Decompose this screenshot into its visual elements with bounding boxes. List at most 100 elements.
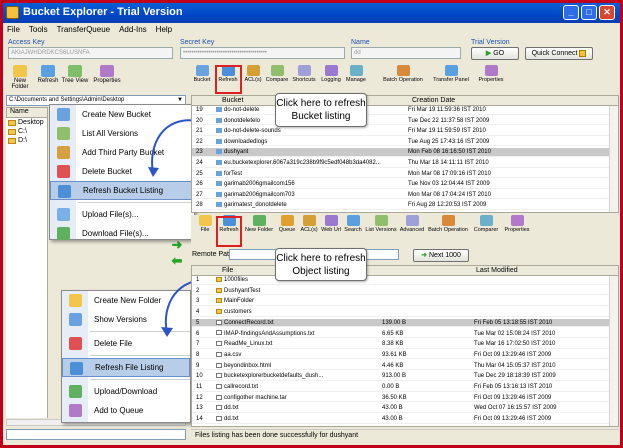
menu-download-files[interactable]: Download File(s)... xyxy=(50,224,194,243)
object-row[interactable]: 12 configother machine.tar 36.50 KB Fri Oct… xyxy=(192,394,609,403)
bucket-menu-button[interactable]: Bucket xyxy=(193,65,211,83)
menu-add-to-queue[interactable]: Add to Queue xyxy=(62,401,190,420)
local-properties-button[interactable]: Properties xyxy=(92,65,122,84)
bucket-row[interactable]: 19 do-not-delete Fri Mar 19 11:59:36 IST 2… xyxy=(192,106,609,115)
column-creation-date[interactable]: Creation Date xyxy=(412,97,455,104)
secret-key-field[interactable]: •••••••••••••••••••••••••••••••••••••••• xyxy=(180,47,345,59)
bucket-row[interactable]: 21 do-not-delete-sounds Fri Mar 19 11:59:5… xyxy=(192,127,609,136)
local-tree: Desktop C:\ D:\ xyxy=(6,118,48,418)
menu-transferqueue[interactable]: TransferQueue xyxy=(57,23,111,37)
local-refresh-button[interactable]: Refresh xyxy=(37,65,59,84)
lightning-icon xyxy=(579,49,587,57)
bucket-row[interactable]: 28 garimatest_donotdelete Fri Aug 28 12:20… xyxy=(192,201,609,210)
access-key-field[interactable]: AKIAJWHDRDKCS6LUSNFA xyxy=(8,47,173,59)
file-menu-button[interactable]: File xyxy=(197,215,213,233)
maximize-button[interactable]: □ xyxy=(581,5,597,20)
menu-add-ins[interactable]: Add-Ins xyxy=(119,23,147,37)
download-icon xyxy=(57,227,70,240)
tree-item-c-drive[interactable]: C:\ xyxy=(6,127,47,136)
row-number: 12 xyxy=(196,394,203,401)
object-name: ConnectRecord.txt xyxy=(216,319,376,328)
bucket-creation-date: Mon Mar 08 17:04:24 IST 2010 xyxy=(408,191,491,198)
object-row[interactable]: 13 dd.txt 43.00 B Wed Oct 07 16:15:57 IST 2… xyxy=(192,404,609,413)
row-number: 21 xyxy=(196,128,203,135)
tree-item-desktop[interactable]: Desktop xyxy=(6,118,47,127)
bucket-row[interactable]: 23 dushyant Mon Feb 08 16:16:50 IST 2010 xyxy=(192,148,609,157)
bucket-compare-button[interactable]: Compare xyxy=(265,65,289,83)
object-name: configother machine.tar xyxy=(216,394,376,403)
delete-icon xyxy=(57,165,70,178)
web-url-button[interactable]: Web Url xyxy=(321,215,341,233)
close-button[interactable]: ✕ xyxy=(599,5,615,20)
transfer-panel-button[interactable]: Transfer Panel xyxy=(431,65,471,83)
object-row[interactable]: 14 dd.txt 43.00 B Fri Oct 09 13:29:46 IST 2… xyxy=(192,415,609,424)
bucket-manage-button[interactable]: Manage xyxy=(345,65,367,83)
bucket-shortcuts-button[interactable]: Shortcuts xyxy=(291,65,317,83)
object-properties-button[interactable]: Properties xyxy=(503,215,531,233)
menu-refresh-file-listing[interactable]: Refresh File Listing xyxy=(62,358,190,377)
local-new-folder-button[interactable]: New Folder xyxy=(6,65,34,90)
menu-upload-files[interactable]: Upload File(s)... xyxy=(50,205,194,224)
object-name: ReadMe_Linux.txt xyxy=(216,340,376,349)
object-new-folder-button[interactable]: New Folder xyxy=(243,215,275,233)
row-number: 7 xyxy=(196,341,200,348)
compare-icon xyxy=(270,65,284,76)
object-acl-button[interactable]: ACL(s) xyxy=(299,215,319,233)
object-row[interactable]: 3 MainFolder xyxy=(192,297,609,306)
bucket-batch-operation-button[interactable]: Batch Operation xyxy=(381,65,425,83)
row-number: 23 xyxy=(196,149,203,156)
bucket-row[interactable]: 26 garimab2006gmailcom156 Tue Nov 03 12:04… xyxy=(192,180,609,189)
advanced-button[interactable]: Advanced xyxy=(399,215,425,233)
bucket-row[interactable]: 27 garimab2006gmailcom703 Mon Mar 08 17:04… xyxy=(192,191,609,200)
download-arrow-icon[interactable]: ⬅ xyxy=(170,254,184,267)
row-number: 10 xyxy=(196,373,203,380)
object-vertical-scrollbar[interactable] xyxy=(609,276,618,426)
column-last-modified[interactable]: Last Modified xyxy=(476,267,518,274)
menu-help[interactable]: Help xyxy=(156,23,172,37)
tree-name-header[interactable]: Name xyxy=(6,107,48,118)
row-number: 4 xyxy=(196,309,200,316)
bucket-logging-button[interactable]: Logging xyxy=(319,65,343,83)
local-status-field xyxy=(6,429,186,440)
bucket-vertical-scrollbar[interactable] xyxy=(609,106,618,212)
comparer-button[interactable]: Comparer xyxy=(471,215,501,233)
folder-icon xyxy=(8,119,16,126)
object-row[interactable]: 8 aa.csv 93.61 KB Fri Oct 09 13:29:46 IST 2… xyxy=(192,351,609,360)
queue-button[interactable]: Queue xyxy=(277,215,297,233)
bucket-properties-button[interactable]: Properties xyxy=(475,65,507,83)
object-row[interactable]: 9 beyondinbox.html 4.46 KB Thu Mar 04 15:05… xyxy=(192,362,609,371)
queue-icon xyxy=(280,215,294,226)
search-button[interactable]: Search xyxy=(343,215,363,233)
quick-connect-button[interactable]: Quick Connect xyxy=(525,47,593,60)
tree-icon xyxy=(68,65,82,77)
drive-icon xyxy=(8,128,16,135)
bucket-row[interactable]: 24 eu.bucketexplorer.6067a319c238b9f9c5ed… xyxy=(192,159,609,168)
object-row[interactable]: 10 bucketexplorerbucketdefaults_dush... 91… xyxy=(192,372,609,381)
object-row[interactable]: 2 DushyantTest xyxy=(192,287,609,296)
object-row[interactable]: 6 IMAP-findingsAndAssumptions.txt 6.65 KB T… xyxy=(192,330,609,339)
row-number: 22 xyxy=(196,138,203,145)
object-batch-operation-button[interactable]: Batch Operation xyxy=(427,215,469,233)
tree-view-button[interactable]: Tree View xyxy=(61,65,89,84)
bucket-icon xyxy=(216,117,222,123)
column-file[interactable]: File xyxy=(222,267,233,274)
object-row[interactable]: 11 callrecord.txt 0.00 B Fri Feb 05 13:16:1… xyxy=(192,383,609,392)
object-row[interactable]: 5 ConnectRecord.txt 139.00 B Fri Feb 05 13:… xyxy=(192,318,609,328)
object-row[interactable]: 1 1000files xyxy=(192,276,609,285)
name-field[interactable]: dd xyxy=(351,47,461,59)
bucket-row[interactable]: 22 downloadedlogs Tue Aug 25 17:43:16 IST … xyxy=(192,138,609,147)
column-bucket[interactable]: Bucket xyxy=(222,97,243,104)
menu-upload-download[interactable]: Upload/Download xyxy=(62,382,190,401)
menu-tools[interactable]: Tools xyxy=(29,23,48,37)
menu-file[interactable]: File xyxy=(7,23,20,37)
next-1000-button[interactable]: ➜ Next 1000 xyxy=(413,249,469,262)
go-button[interactable]: ▶ GO xyxy=(471,47,519,60)
tree-item-d-drive[interactable]: D:\ xyxy=(6,136,47,145)
bucket-acl-button[interactable]: ACL(s) xyxy=(243,65,263,83)
object-row[interactable]: 4 customers xyxy=(192,308,609,317)
list-versions-button[interactable]: List Versions xyxy=(365,215,397,233)
minimize-button[interactable]: _ xyxy=(563,5,579,20)
object-row[interactable]: 7 ReadMe_Linux.txt 8.38 KB Tue Mar 16 17:02… xyxy=(192,340,609,349)
bucket-row[interactable]: 25 forTest Mon Mar 08 17:09:16 IST 2010 xyxy=(192,170,609,179)
bucket-row[interactable]: 20 donotdeletelo Tue Dec 22 11:37:58 IST 2… xyxy=(192,117,609,126)
